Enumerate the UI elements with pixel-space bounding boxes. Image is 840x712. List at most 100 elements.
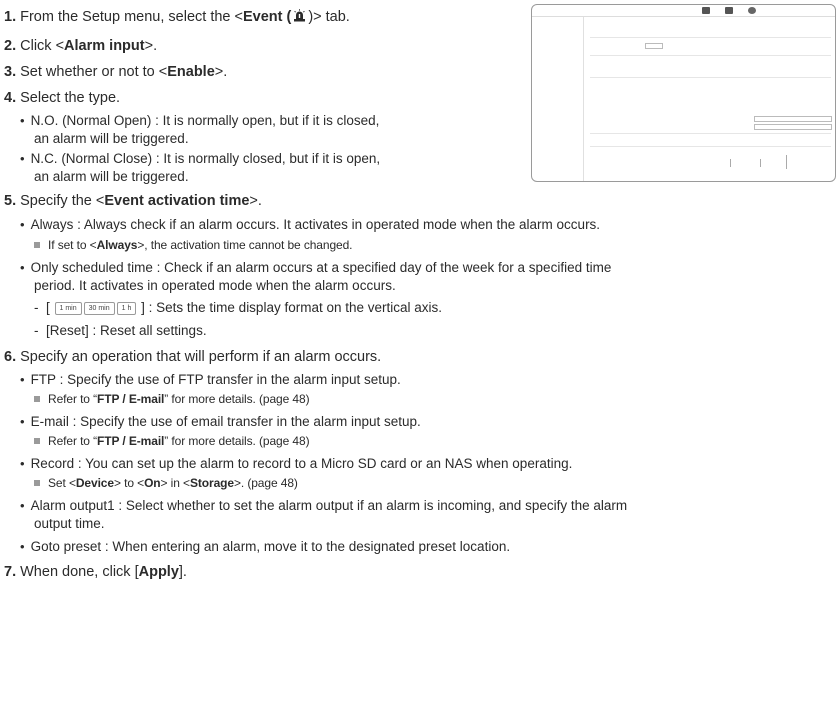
record-text: Record : You can set up the alarm to rec… xyxy=(30,456,573,471)
time-format-line: - [ 1 min 30 min 1 h ] : Sets the time dis… xyxy=(34,300,442,315)
goto-preset-line: • Goto preset : When entering an alarm, m… xyxy=(20,539,510,554)
alarm-output-text-2: output time. xyxy=(34,516,105,531)
scheduled-line-1: • Only scheduled time : Check if an alarm… xyxy=(20,260,611,275)
ftp-line: • FTP : Specify the use of FTP transfer i… xyxy=(20,372,401,387)
note-bold: Device xyxy=(75,476,114,490)
type-no-line-2: an alarm will be triggered. xyxy=(34,131,189,146)
step-text: Specify an operation that will perform i… xyxy=(20,349,382,365)
note-square-icon xyxy=(34,396,40,402)
note-text: Refer to “ xyxy=(48,392,98,406)
step-1: 1. From the Setup menu, select the <Even… xyxy=(4,9,350,25)
playback-icon xyxy=(725,7,733,14)
note-text-end: ” for more details. (page 48) xyxy=(164,434,310,448)
step-text: Select the type. xyxy=(20,90,121,106)
step-number: 2. xyxy=(4,38,17,54)
step-5: 5. Specify the <Event activation time>. xyxy=(4,193,262,209)
bullet: • xyxy=(20,151,25,166)
bullet: • xyxy=(20,414,25,429)
step-text-end: )> tab. xyxy=(308,9,350,25)
type-nc-text-2: an alarm will be triggered. xyxy=(34,169,189,184)
email-line: • E-mail : Specify the use of email trans… xyxy=(20,414,421,429)
scheduled-line-2: period. It activates in operated mode wh… xyxy=(34,278,396,293)
step-number: 3. xyxy=(4,64,17,80)
step-text-end: >. xyxy=(144,38,158,54)
menu-name: Event activation time xyxy=(104,193,250,209)
note-square-icon xyxy=(34,438,40,444)
email-note: Refer to “FTP / E-mail” for more details… xyxy=(34,434,310,448)
note-text: > in < xyxy=(160,476,191,490)
type-nc-line-2: an alarm will be triggered. xyxy=(34,169,189,184)
note-square-icon xyxy=(34,480,40,486)
step-number: 6. xyxy=(4,349,17,365)
alarm-output-line-1: • Alarm output1 : Select whether to set t… xyxy=(20,498,627,513)
note-text: Set < xyxy=(48,476,76,490)
note-bold: FTP / E-mail xyxy=(97,392,165,406)
menu-name: Enable xyxy=(167,64,215,80)
event-siren-icon xyxy=(293,9,306,22)
time-1h-button[interactable]: 1 h xyxy=(116,302,137,315)
bullet: • xyxy=(20,539,25,554)
step-text: Click < xyxy=(20,38,65,54)
bullet: • xyxy=(20,113,25,128)
goto-preset-text: Goto preset : When entering an alarm, mo… xyxy=(30,539,511,554)
note-bold: On xyxy=(144,476,161,490)
step-2: 2. Click <Alarm input>. xyxy=(4,38,157,54)
step-number: 7. xyxy=(4,564,17,580)
type-no-text: N.O. (Normal Open) : It is normally open… xyxy=(30,113,380,128)
note-square-icon xyxy=(34,242,40,248)
screenshot-sidebar xyxy=(532,17,584,181)
note-text: Refer to “ xyxy=(48,434,98,448)
step-text: From the Setup menu, select the < xyxy=(20,9,243,25)
screenshot-content xyxy=(590,23,832,181)
email-text: E-mail : Specify the use of email transf… xyxy=(30,414,421,429)
ftp-text: FTP : Specify the use of FTP transfer in… xyxy=(30,372,401,387)
type-nc-line-1: • N.C. (Normal Close) : It is normally cl… xyxy=(20,151,380,166)
note-text-end: >. (page 48) xyxy=(233,476,298,490)
record-note: Set <Device> to <On> in <Storage>. (page… xyxy=(34,476,298,490)
gear-icon xyxy=(748,7,756,14)
step-text-end: >. xyxy=(214,64,228,80)
always-text: Always : Always check if an alarm occurs… xyxy=(30,217,601,232)
step-7: 7. When done, click [Apply]. xyxy=(4,564,187,580)
scheduled-text-2: period. It activates in operated mode wh… xyxy=(34,278,396,293)
apply-label: Apply xyxy=(138,564,179,580)
note-bold: Storage xyxy=(189,476,234,490)
time-1min-button[interactable]: 1 min xyxy=(54,302,82,315)
note-bold: FTP / E-mail xyxy=(97,434,165,448)
ftp-note: Refer to “FTP / E-mail” for more details… xyxy=(34,392,310,406)
bullet: • xyxy=(20,260,25,275)
step-text-end: ]. xyxy=(178,564,187,580)
reset-line: - [Reset] : Reset all settings. xyxy=(34,323,207,338)
dash: - xyxy=(34,323,46,338)
bullet: • xyxy=(20,498,25,513)
note-text-end: ” for more details. (page 48) xyxy=(164,392,310,406)
step-number: 1. xyxy=(4,9,17,25)
step-number: 4. xyxy=(4,90,17,106)
scheduled-text: Only scheduled time : Check if an alarm … xyxy=(30,260,612,275)
note-bold: Always xyxy=(96,238,138,252)
type-no-text-2: an alarm will be triggered. xyxy=(34,131,189,146)
monitor-icon xyxy=(702,7,710,14)
time-30min-button[interactable]: 30 min xyxy=(83,302,115,315)
step-3: 3. Set whether or not to <Enable>. xyxy=(4,64,227,80)
alarm-output-text: Alarm output1 : Select whether to set th… xyxy=(30,498,628,513)
always-line: • Always : Always check if an alarm occur… xyxy=(20,217,600,232)
screenshot-top-bar xyxy=(532,5,835,17)
alarm-input-screenshot xyxy=(531,4,836,182)
reset-text: [Reset] : Reset all settings. xyxy=(46,323,207,338)
bullet: • xyxy=(20,372,25,387)
note-text: > to < xyxy=(113,476,145,490)
step-text: When done, click [ xyxy=(20,564,139,580)
menu-name: Alarm input xyxy=(64,38,145,54)
dash: - [ xyxy=(34,300,54,315)
step-text: Specify the < xyxy=(20,193,105,209)
step-text-end: >. xyxy=(249,193,262,209)
note-text-end: >, the activation time cannot be changed… xyxy=(137,238,353,252)
step-6: 6. Specify an operation that will perfor… xyxy=(4,349,381,365)
always-note: If set to <Always>, the activation time … xyxy=(34,238,353,252)
bullet: • xyxy=(20,217,25,232)
type-nc-text: N.C. (Normal Close) : It is normally clo… xyxy=(30,151,381,166)
record-line: • Record : You can set up the alarm to re… xyxy=(20,456,572,471)
note-text: If set to < xyxy=(48,238,97,252)
menu-name: Event ( xyxy=(242,9,292,25)
